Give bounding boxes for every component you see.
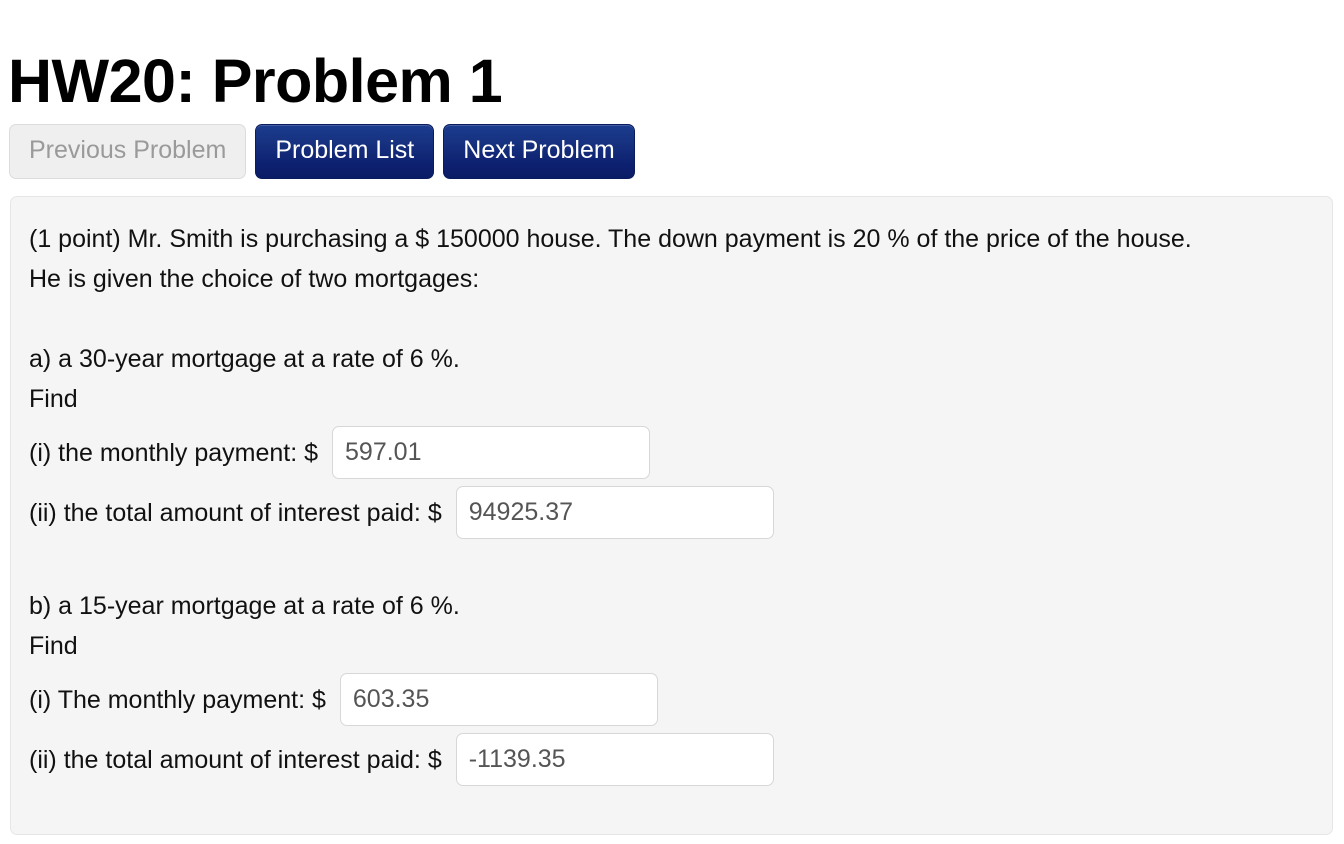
- part-b-answer-i-label: (i) The monthly payment: $: [29, 685, 326, 714]
- part-a-heading: a) a 30-year mortgage at a rate of 6 %.: [29, 345, 460, 373]
- problem-statement-line-2: He is given the choice of two mortgages:: [29, 265, 480, 293]
- part-b-section: b) a 15-year mortgage at a rate of 6 %. …: [29, 586, 1308, 666]
- part-b-total-interest-input[interactable]: [455, 733, 774, 786]
- part-a-total-interest-input[interactable]: [455, 486, 774, 539]
- part-b-answer-row-i: (i) The monthly payment: $: [29, 673, 1308, 726]
- part-b-answer-ii-label: (ii) the total amount of interest paid: …: [29, 745, 442, 774]
- problem-panel: (1 point) Mr. Smith is purchasing a $ 15…: [10, 196, 1333, 835]
- paragraph-spacer-b: [29, 546, 1308, 586]
- part-a-section: a) a 30-year mortgage at a rate of 6 %. …: [29, 339, 1308, 419]
- problem-statement-line-1: (1 point) Mr. Smith is purchasing a $ 15…: [29, 225, 1192, 253]
- next-problem-button[interactable]: Next Problem: [443, 124, 635, 179]
- part-b-find-label: Find: [29, 632, 78, 660]
- problem-statement: (1 point) Mr. Smith is purchasing a $ 15…: [29, 219, 1308, 299]
- part-a-answer-row-ii: (ii) the total amount of interest paid: …: [29, 486, 1308, 539]
- part-a-answer-row-i: (i) the monthly payment: $: [29, 426, 1308, 479]
- part-b-heading: b) a 15-year mortgage at a rate of 6 %.: [29, 592, 460, 620]
- part-b-answer-row-ii: (ii) the total amount of interest paid: …: [29, 733, 1308, 786]
- paragraph-spacer-a: [29, 299, 1308, 339]
- part-a-monthly-payment-input[interactable]: [332, 426, 651, 479]
- part-a-find-label: Find: [29, 385, 78, 413]
- problem-page: HW20: Problem 1 Previous Problem Problem…: [0, 0, 1344, 844]
- problem-navigation-bar: Previous Problem Problem List Next Probl…: [9, 124, 635, 179]
- part-a-answer-ii-label: (ii) the total amount of interest paid: …: [29, 498, 442, 527]
- previous-problem-button[interactable]: Previous Problem: [9, 124, 247, 179]
- page-title: HW20: Problem 1: [8, 46, 503, 115]
- part-b-monthly-payment-input[interactable]: [339, 673, 658, 726]
- part-a-answer-i-label: (i) the monthly payment: $: [29, 438, 319, 467]
- problem-list-button[interactable]: Problem List: [255, 124, 435, 179]
